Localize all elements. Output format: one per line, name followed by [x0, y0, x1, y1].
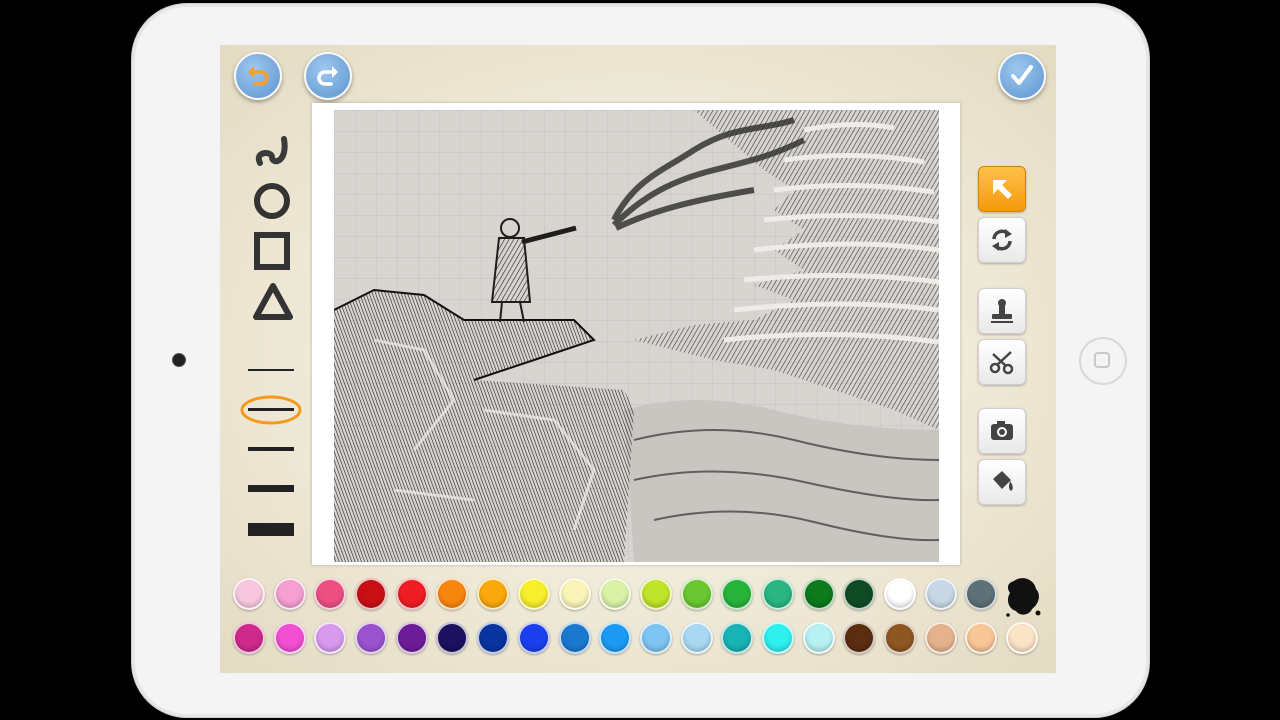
- color-swatch[interactable]: [517, 578, 550, 610]
- paint-bucket-tool-button[interactable]: [978, 459, 1026, 505]
- color-swatch[interactable]: [639, 578, 672, 610]
- paint-bucket-icon: [993, 471, 1013, 491]
- color-palette-row-2: [233, 622, 1047, 654]
- color-swatch[interactable]: [884, 622, 916, 654]
- line-width-5[interactable]: [248, 523, 294, 536]
- color-swatch[interactable]: [395, 578, 428, 610]
- color-swatch[interactable]: [680, 578, 713, 610]
- triangle-tool[interactable]: [250, 281, 296, 321]
- color-swatch[interactable]: [436, 578, 469, 610]
- circle-icon: [254, 183, 290, 219]
- line-width-4[interactable]: [248, 485, 294, 492]
- square-tool[interactable]: [250, 231, 296, 271]
- color-swatch[interactable]: [273, 578, 306, 610]
- scissors-tool-button[interactable]: [978, 339, 1026, 385]
- color-swatch[interactable]: [965, 622, 998, 654]
- app-screen: [220, 45, 1056, 673]
- color-swatch[interactable]: [721, 622, 754, 654]
- checkmark-icon: [1011, 65, 1033, 85]
- color-swatch[interactable]: [761, 578, 794, 610]
- redo-button[interactable]: [304, 52, 352, 100]
- color-swatch[interactable]: [1006, 622, 1039, 654]
- triangle-icon: [253, 283, 293, 320]
- line-width-1[interactable]: [248, 369, 294, 371]
- color-swatch[interactable]: [680, 622, 713, 654]
- color-swatch[interactable]: [355, 622, 388, 654]
- color-swatch[interactable]: [802, 578, 835, 610]
- undo-arrow-icon: [248, 66, 269, 86]
- arrow-pointer-icon: [993, 180, 1012, 199]
- rotate-icon: [992, 229, 1012, 251]
- scissors-icon: [989, 351, 1014, 375]
- line-width-3[interactable]: [248, 447, 294, 451]
- color-swatch[interactable]: [639, 622, 672, 654]
- color-palette-row-1: [233, 578, 1006, 610]
- color-swatch[interactable]: [233, 622, 265, 654]
- ink-blot-icon[interactable]: [1004, 575, 1042, 619]
- drawing-canvas-frame: [312, 103, 960, 565]
- camera-tool-button[interactable]: [978, 408, 1026, 454]
- color-swatch[interactable]: [355, 578, 388, 610]
- square-icon: [254, 232, 290, 270]
- color-swatch[interactable]: [761, 622, 794, 654]
- selected-width-highlight: [240, 395, 302, 425]
- stamp-tool-button[interactable]: [978, 288, 1026, 334]
- circle-tool[interactable]: [250, 181, 296, 221]
- home-button[interactable]: [1079, 337, 1127, 385]
- color-swatch[interactable]: [965, 578, 998, 610]
- color-swatch[interactable]: [558, 622, 591, 654]
- color-swatch[interactable]: [477, 622, 510, 654]
- color-swatch[interactable]: [843, 622, 876, 654]
- color-swatch[interactable]: [924, 622, 957, 654]
- camera-lens: [172, 353, 186, 367]
- color-swatch[interactable]: [477, 578, 510, 610]
- drawing-canvas[interactable]: [334, 110, 939, 562]
- color-swatch[interactable]: [395, 622, 428, 654]
- squiggle-icon: [255, 136, 288, 166]
- color-swatch[interactable]: [884, 578, 916, 610]
- color-swatch[interactable]: [273, 622, 306, 654]
- color-swatch[interactable]: [436, 622, 469, 654]
- color-swatch[interactable]: [558, 578, 591, 610]
- color-swatch[interactable]: [599, 578, 632, 610]
- stamp-icon: [991, 299, 1013, 323]
- color-swatch[interactable]: [802, 622, 835, 654]
- color-swatch[interactable]: [517, 622, 550, 654]
- color-swatch[interactable]: [924, 578, 957, 610]
- done-button[interactable]: [998, 52, 1046, 100]
- undo-button[interactable]: [234, 52, 282, 100]
- color-swatch[interactable]: [721, 578, 754, 610]
- select-tool-button[interactable]: [978, 166, 1026, 212]
- color-swatch[interactable]: [314, 578, 347, 610]
- rotate-tool-button[interactable]: [978, 217, 1026, 263]
- redo-arrow-icon: [317, 66, 338, 86]
- sketch-artwork: [334, 110, 939, 562]
- freehand-tool[interactable]: [250, 133, 296, 173]
- color-swatch[interactable]: [599, 622, 632, 654]
- color-swatch[interactable]: [843, 578, 876, 610]
- color-swatch[interactable]: [314, 622, 347, 654]
- camera-icon: [991, 421, 1013, 440]
- color-swatch[interactable]: [233, 578, 265, 610]
